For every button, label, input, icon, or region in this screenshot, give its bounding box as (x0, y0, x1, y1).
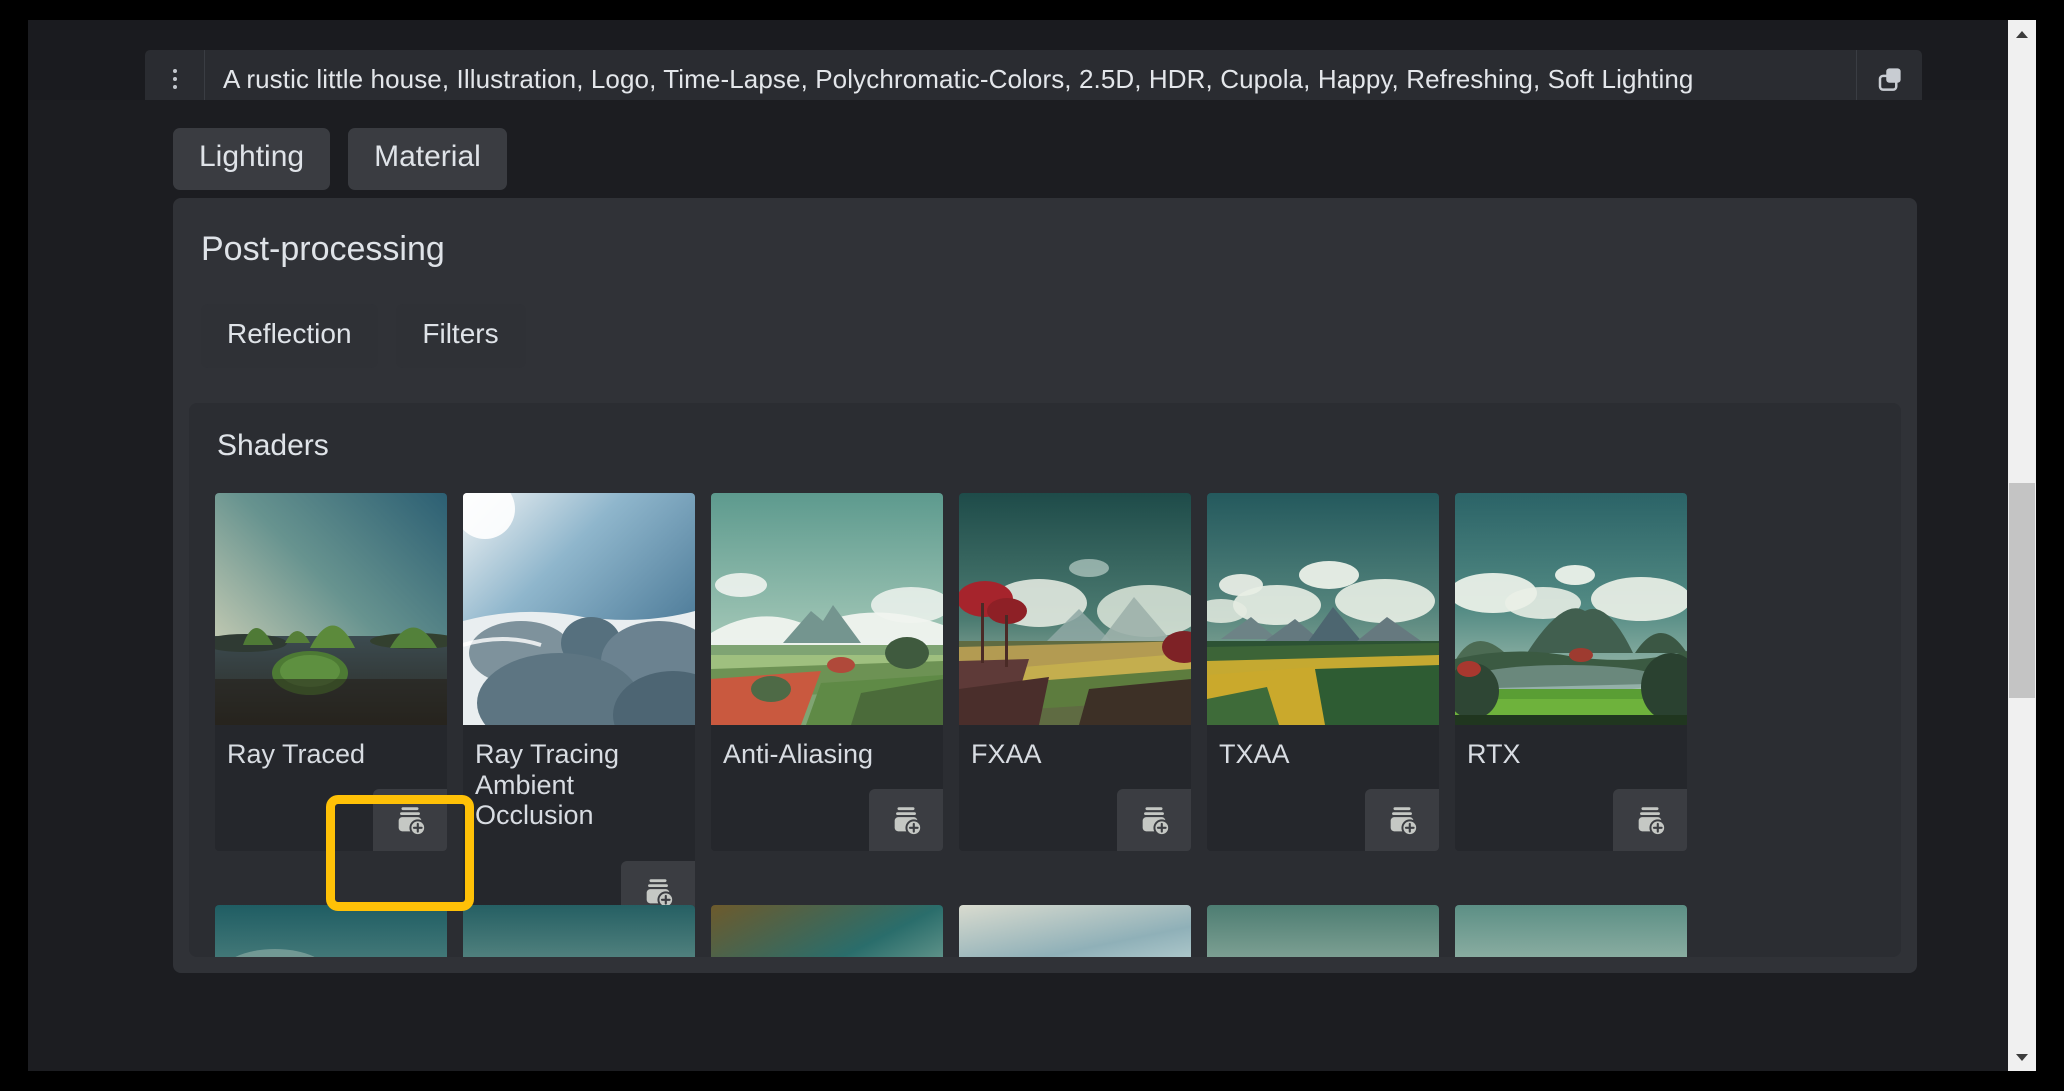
shader-card-label: TXAA (1219, 739, 1290, 769)
scroll-up-arrow-glyph (2016, 30, 2028, 38)
add-to-stack-button[interactable] (1613, 789, 1687, 851)
app-window: A rustic little house, Illustration, Log… (28, 20, 2008, 1071)
shader-thumbnail (1455, 493, 1687, 725)
button-filters[interactable]: Filters (395, 304, 526, 368)
shader-thumbnail (1207, 905, 1439, 957)
shader-card[interactable] (959, 905, 1191, 957)
add-to-stack-button[interactable] (373, 789, 447, 851)
add-to-stack-icon (1390, 807, 1419, 837)
scroll-down-arrow[interactable] (2008, 1043, 2036, 1071)
shaders-title: Shaders (217, 429, 329, 462)
tab-material[interactable]: Material (348, 128, 507, 190)
shader-thumbnail (215, 905, 447, 957)
add-to-stack-icon (398, 807, 427, 837)
shader-card[interactable] (463, 905, 695, 957)
shader-card[interactable]: Anti-Aliasing (711, 493, 943, 851)
add-to-stack-icon (1638, 807, 1667, 837)
main-content: Lighting Material Post-processing Reflec… (28, 100, 2008, 1071)
shader-thumbnail (711, 493, 943, 725)
copy-icon-glyph (1878, 68, 1901, 91)
scroll-up-arrow[interactable] (2008, 20, 2036, 48)
shader-thumbnail (463, 493, 695, 725)
shader-thumbnail (215, 493, 447, 725)
thumb-red-trees-fields (959, 493, 1191, 725)
scroll-down-arrow-glyph (2016, 1053, 2028, 1061)
shader-thumbnail (1455, 905, 1687, 957)
shader-thumbnail (463, 905, 695, 957)
shader-card-label: Ray Tracing Ambient Occlusion (475, 739, 620, 830)
prompt-bar-strip: A rustic little house, Illustration, Log… (28, 20, 2008, 108)
shader-card[interactable] (711, 905, 943, 957)
add-to-stack-icon (1142, 807, 1171, 837)
scrollbar-thumb[interactable] (2009, 483, 2035, 698)
post-processing-title: Post-processing (201, 230, 445, 268)
screen: A rustic little house, Illustration, Log… (0, 0, 2064, 1091)
shader-thumbnail (1207, 493, 1439, 725)
shader-card[interactable]: TXAA (1207, 493, 1439, 851)
thumb-green-islands (215, 493, 447, 725)
shader-card[interactable]: FXAA (959, 493, 1191, 851)
shaders-panel: Shaders Ray Traced Ray Tracing Ambient O… (189, 403, 1901, 957)
add-to-stack-button[interactable] (1117, 789, 1191, 851)
shader-card[interactable] (215, 905, 447, 957)
shader-card-label: RTX (1467, 739, 1521, 769)
add-to-stack-button[interactable] (1365, 789, 1439, 851)
vertical-scrollbar[interactable] (2008, 20, 2036, 1071)
post-processing-panel: Post-processing Reflection Filters Shade… (173, 198, 1917, 973)
shaders-grid-row2 (215, 905, 1875, 957)
thumb-teal-mountain-fields (711, 493, 943, 725)
shader-thumbnail (959, 493, 1191, 725)
shader-card[interactable]: Ray Traced (215, 493, 447, 851)
add-to-stack-icon (646, 879, 675, 909)
thumb-yellow-green-fields (1207, 493, 1439, 725)
shader-card[interactable] (1207, 905, 1439, 957)
shader-card[interactable]: Ray Tracing Ambient Occlusion (463, 493, 695, 923)
kebab-dots (172, 69, 177, 89)
shader-card-label: Anti-Aliasing (723, 739, 874, 769)
shader-card[interactable]: RTX (1455, 493, 1687, 851)
shader-thumbnail (711, 905, 943, 957)
post-processing-buttons: Reflection Filters (173, 266, 1917, 368)
add-to-stack-button[interactable] (869, 789, 943, 851)
category-tabs: Lighting Material (173, 128, 507, 190)
shader-card-label: Ray Traced (227, 739, 366, 769)
add-to-stack-icon (894, 807, 923, 837)
tab-lighting[interactable]: Lighting (173, 128, 331, 190)
thumb-volcano-valley (1455, 493, 1687, 725)
thumb-white-domes (463, 493, 695, 725)
shader-card[interactable] (1455, 905, 1687, 957)
shader-card-label: FXAA (971, 739, 1042, 769)
shader-thumbnail (959, 905, 1191, 957)
button-reflection[interactable]: Reflection (201, 304, 378, 368)
shaders-grid: Ray Traced Ray Tracing Ambient Occlusion… (215, 493, 1875, 923)
